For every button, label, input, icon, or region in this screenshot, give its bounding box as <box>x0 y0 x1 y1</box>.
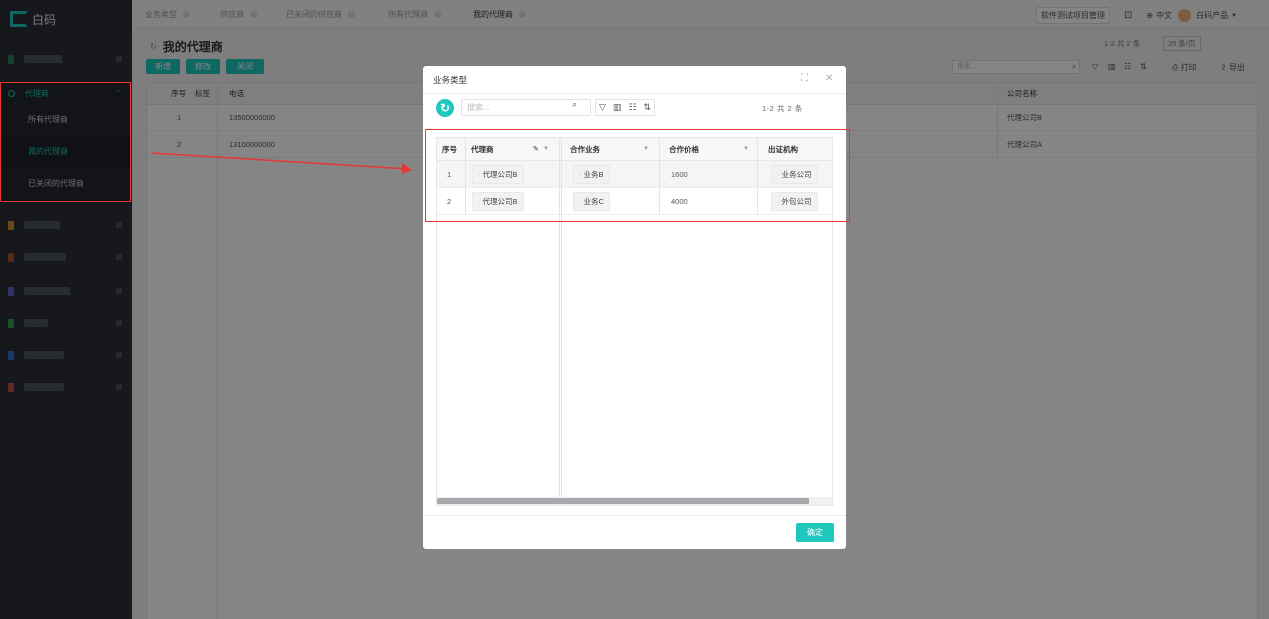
scrollbar-thumb[interactable] <box>437 498 809 504</box>
refresh-icon[interactable]: ↻ <box>436 99 454 117</box>
annotation-arrow <box>151 152 412 174</box>
maximize-icon[interactable]: ⛶ <box>801 73 808 84</box>
sort-icon[interactable]: ⇅ <box>644 102 652 113</box>
modal-toolbar: ▽ ▥ ☷ ⇅ <box>595 99 656 116</box>
modal-pager-info: 1-2 共 2 条 <box>762 104 803 113</box>
search-icon[interactable]: ⌕ <box>572 99 577 110</box>
annotation-highlight-sidebar <box>0 82 131 202</box>
horizontal-scrollbar[interactable] <box>437 497 832 505</box>
confirm-button[interactable]: 确定 <box>796 523 834 542</box>
columns-icon[interactable]: ☷ <box>628 102 636 113</box>
modal-title: 业务类型 <box>433 75 468 85</box>
business-type-modal: 业务类型 ⛶ ✕ ↻ 搜索... ⌕ ▽ ▥ ☷ ⇅ 1-2 共 2 条 序号 … <box>423 66 850 549</box>
filter-icon[interactable]: ▽ <box>599 102 606 113</box>
close-icon[interactable]: ✕ <box>825 73 833 84</box>
annotation-highlight-table <box>425 129 850 222</box>
chart-icon[interactable]: ▥ <box>613 102 622 113</box>
